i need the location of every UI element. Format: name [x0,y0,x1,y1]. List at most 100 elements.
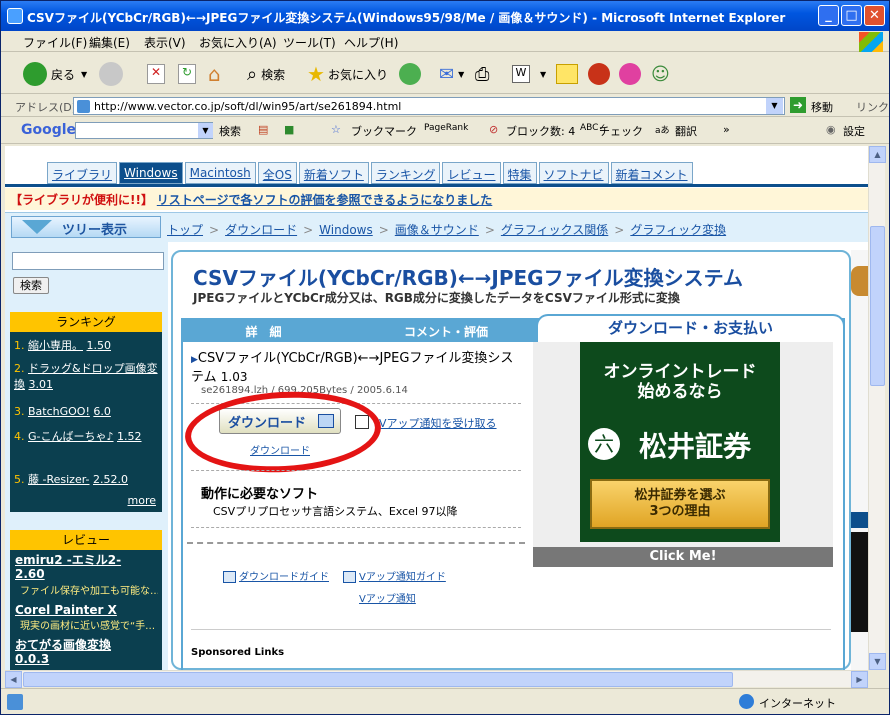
menu-favorites[interactable]: お気に入り(A) [199,34,277,51]
nav-tab-library[interactable]: ライブラリ [47,162,118,184]
crumb-graphic-convert[interactable]: グラフィック変換 [630,223,726,237]
refresh-button[interactable]: ↻ [178,61,196,87]
scroll-up-icon[interactable]: ▲ [869,146,886,163]
menu-view[interactable]: 表示(V) [144,34,186,51]
nav-tab-macintosh[interactable]: Macintosh [184,162,256,184]
address-dropdown-icon[interactable]: ▼ [766,98,783,114]
print-button[interactable]: ⎙ [475,61,489,87]
tab-comments[interactable]: コメント・評価 [346,322,546,342]
divider [191,629,831,630]
ranking-item[interactable]: 5. 藤 -Resizer- 2.52.0 [14,472,158,488]
review-item-title[interactable]: おてがる画像変換 [15,638,159,652]
google-block-icon[interactable]: ■ [284,123,294,136]
nav-tab-windows[interactable]: Windows [119,162,183,184]
note-icon [556,64,578,84]
more-chevron-icon[interactable]: » [723,123,730,136]
links-label[interactable]: リンク [856,99,889,115]
research-button[interactable] [588,61,610,87]
tab-download-payment[interactable]: ダウンロード・お支払い [536,314,845,342]
crumb-top[interactable]: トップ [167,223,203,237]
matsui-ad[interactable]: オンライントレード 始めるなら 六 松井証券 松井証券を選ぶ 3つの理由 [580,342,780,542]
ranking-item[interactable]: 2. ドラッグ&ドロップ画像変換 3.01 [14,361,158,393]
tab-details[interactable]: 詳 細 [181,322,346,342]
scroll-down-icon[interactable]: ▼ [869,653,886,670]
ranking-item[interactable]: 4. G-こんばーちゃ♪ 1.52 [14,429,158,445]
mail-button[interactable]: ✉ ▼ [439,61,464,87]
nav-tab-new-comment[interactable]: 新着コメント [610,162,693,184]
ranking-more-link[interactable]: more [128,494,157,507]
messenger-button[interactable] [619,61,641,87]
scroll-left-icon[interactable]: ◀ [5,671,22,688]
settings-button[interactable]: 設定 [843,123,865,139]
popup-blocked-count[interactable]: ブロック数: 4 [506,123,575,139]
nav-tab-new-software[interactable]: 新着ソフト [298,162,369,184]
go-button[interactable]: 移動 [811,99,833,115]
crumb-download[interactable]: ダウンロード [225,223,297,237]
bookmark-button[interactable]: ブックマーク [351,123,417,139]
home-button[interactable]: ⌂ [208,61,221,87]
horizontal-scroll-thumb[interactable] [23,672,733,687]
edit-button[interactable]: W ▼ [512,61,546,87]
site-search-button[interactable]: 検索 [13,277,49,294]
history-button[interactable] [399,61,421,87]
horizontal-scrollbar[interactable]: ◀ ▶ [5,670,868,688]
address-input[interactable]: http://www.vector.co.jp/soft/dl/win95/ar… [73,97,785,115]
nav-tab-review[interactable]: レビュー [442,162,501,184]
nav-tab-ranking[interactable]: ランキング [370,162,441,184]
review-item-title[interactable]: emiru2 -エミル2- [15,553,159,567]
site-search-input[interactable] [12,252,164,270]
forward-button[interactable] [99,61,123,87]
vup-guide-link[interactable]: Vアップ通知ガイド [343,568,446,583]
google-dropdown-icon[interactable]: ▼ [198,123,213,138]
download-guide-link[interactable]: ダウンロードガイド [223,568,329,583]
mail-dropdown-icon[interactable]: ▼ [458,70,464,79]
menu-tools[interactable]: ツール(T) [283,34,336,51]
google-search-button[interactable]: 検索 [219,123,241,139]
tree-view-button[interactable]: ツリー表示 [11,216,161,238]
vup-notify-link[interactable]: Vアップ通知を受け取る [379,415,497,431]
nav-tab-softnavi[interactable]: ソフトナビ [538,162,609,184]
menu-file[interactable]: ファイル(F) [23,34,87,51]
maximize-button[interactable]: □ [841,5,862,26]
address-label: アドレス(D) [15,101,77,114]
vertical-scrollbar[interactable]: ▲ ▼ [868,146,886,670]
review-item-version[interactable]: 2.60 [15,567,159,581]
ranking-item[interactable]: 3. BatchGOO! 6.0 [14,404,158,420]
address-url: http://www.vector.co.jp/soft/dl/win95/ar… [94,100,402,113]
nav-tab-allos[interactable]: 全OS [257,162,297,184]
side-ad-image[interactable] [851,532,868,632]
google-news-icon[interactable]: ▤ [258,123,268,136]
minimize-button[interactable]: _ [818,5,839,26]
side-panel-header [851,512,868,528]
search-button[interactable]: ⌕ 検索 [247,61,285,87]
menu-help[interactable]: ヘルプ(H) [344,34,398,51]
announcement-link[interactable]: リストページで各ソフトの評価を参照できるようになりました [157,193,493,207]
ranking-item[interactable]: 1. 縮小専用。 1.50 [14,338,158,354]
vertical-scroll-thumb[interactable] [870,226,885,386]
favorites-button[interactable]: ★ お気に入り [307,61,388,87]
msn-button[interactable]: ☺ [651,61,670,87]
translate-button[interactable]: 翻訳 [675,123,697,139]
breadcrumb-bar: ツリー表示 トップ > ダウンロード > Windows > 画像＆サウンド > グラフィックス… [5,212,868,242]
nav-tab-feature[interactable]: 特集 [502,162,537,184]
discuss-button[interactable] [556,61,578,87]
ad-cta-button[interactable]: 松井証券を選ぶ 3つの理由 [590,479,770,529]
google-search-input[interactable] [75,122,213,139]
ad-banner[interactable]: オンライントレード 始めるなら 六 松井証券 松井証券を選ぶ 3つの理由 Click… [533,342,833,567]
spellcheck-button[interactable]: チェック [599,123,643,139]
ad-click-me[interactable]: Click Me! [533,547,833,567]
scroll-right-icon[interactable]: ▶ [851,671,868,688]
edit-dropdown-icon[interactable]: ▼ [540,70,546,79]
stop-button[interactable]: ✕ [147,61,165,87]
crumb-graphics[interactable]: グラフィックス関係 [501,223,608,237]
menu-edit[interactable]: 編集(E) [89,34,130,51]
dropdown-icon[interactable]: ▼ [81,70,87,79]
crumb-windows[interactable]: Windows [319,223,373,237]
back-button[interactable]: 戻る ▼ [23,61,87,87]
review-item-title[interactable]: Corel Painter X [15,603,159,617]
vup-notify-guide-link[interactable]: Vアップ通知 [359,590,416,605]
go-arrow-icon[interactable]: ➜ [790,97,806,113]
review-item-version[interactable]: 0.0.3 [15,652,159,666]
crumb-image-sound[interactable]: 画像＆サウンド [395,223,479,237]
close-button[interactable]: ✕ [864,5,885,26]
